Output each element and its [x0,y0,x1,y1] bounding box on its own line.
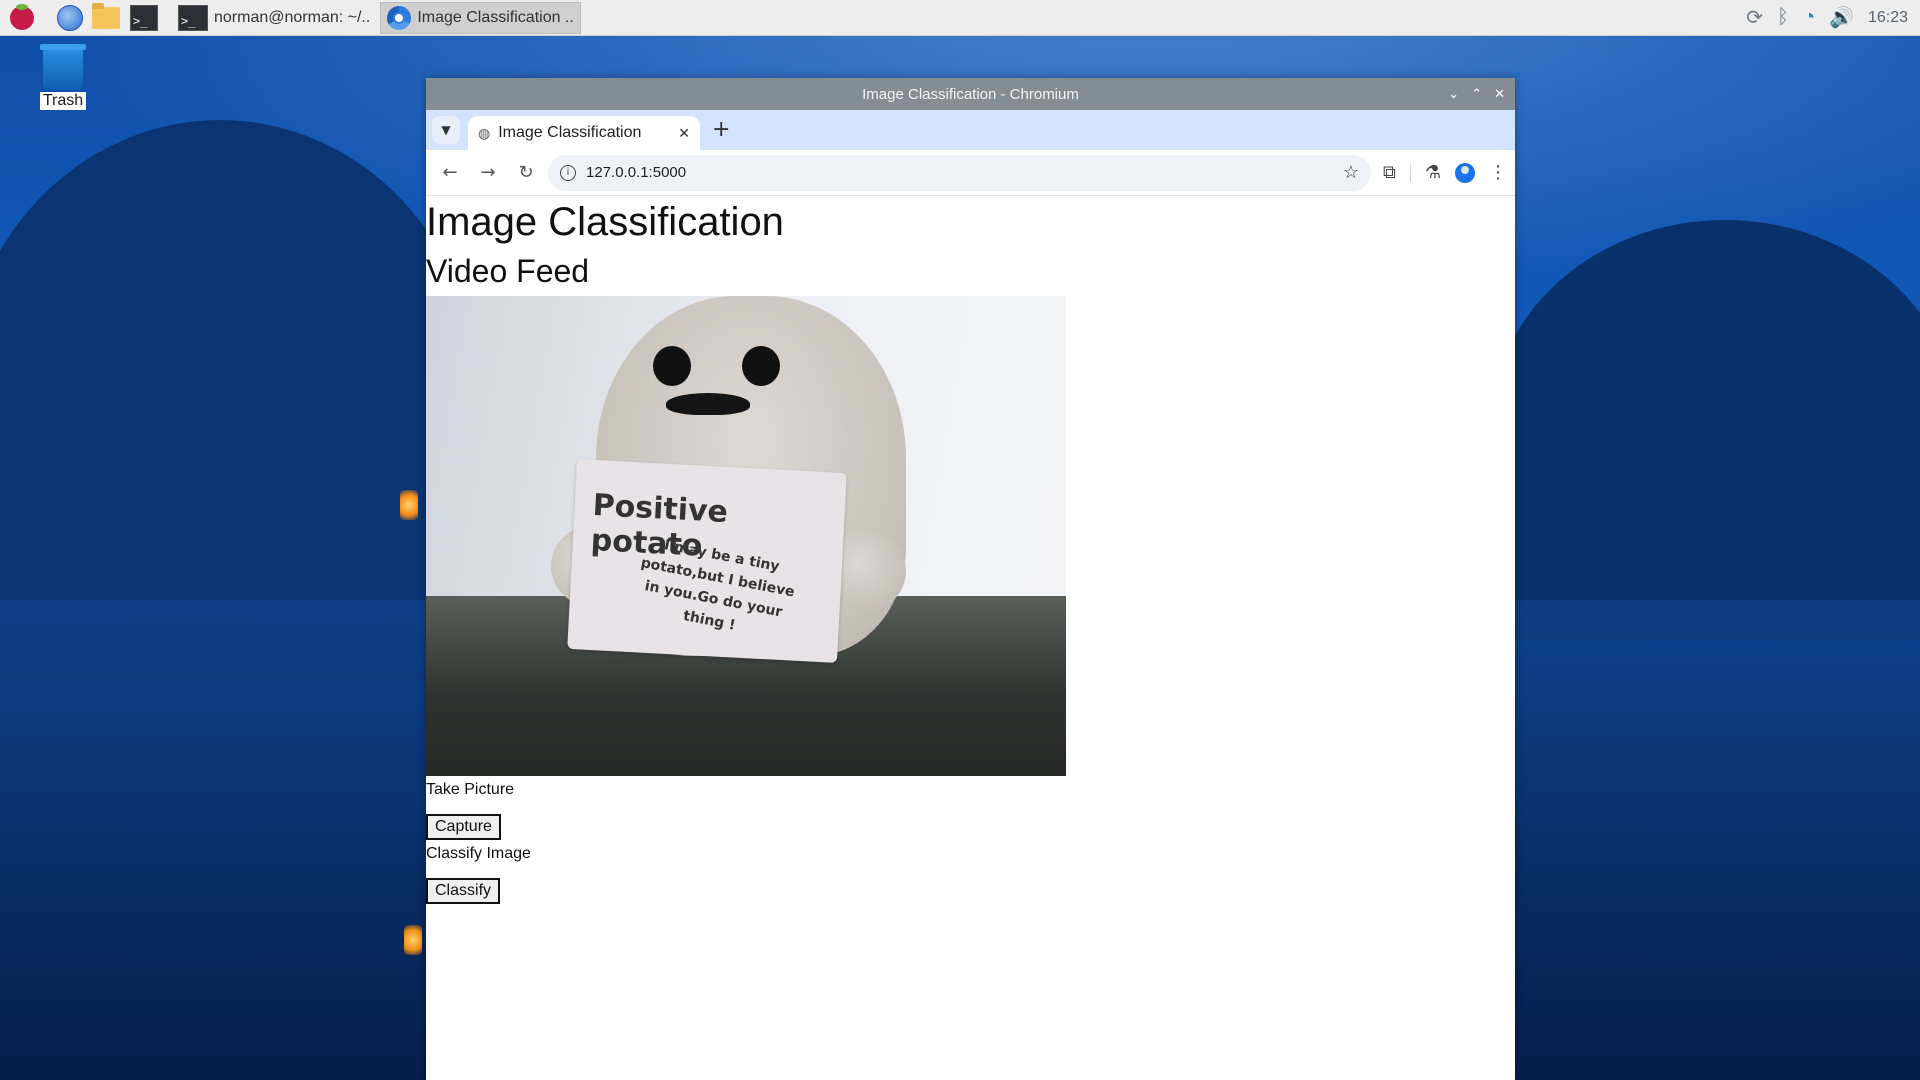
toolbar-actions: ⧉ ⚗ ⋮ [1377,162,1507,183]
capture-button[interactable]: Capture [426,814,501,840]
potato-mustache [666,393,750,415]
globe-icon: ◍ [478,124,491,141]
video-feed: Positive potato I may be a tiny potato,b… [426,296,1066,776]
address-bar[interactable]: i 127.0.0.1:5000 ☆ [548,154,1371,191]
classify-button[interactable]: Classify [426,878,501,904]
page-title: Image Classification [426,200,784,244]
address-text: 127.0.0.1:5000 [586,164,687,181]
chromium-icon [387,5,412,30]
trash-icon [40,44,86,90]
window-controls: ⌄ ⌃ ✕ [1448,78,1505,110]
window-title: Image Classification - Chromium [862,85,1079,103]
raspberry-pi-icon [10,3,34,30]
extensions-icon[interactable]: ⧉ [1383,162,1396,183]
taskbar-task-label: Image Classification .. [417,8,574,26]
system-tray: ⟳ ᛒ ◔ 🔊 16:23 [1746,5,1920,30]
potato-left-eye [653,346,691,386]
close-icon[interactable]: ✕ [1494,86,1505,102]
page-content: Image Classification Video Feed Positive… [426,200,1515,904]
bookmark-star-icon[interactable]: ☆ [1343,162,1359,183]
minimize-icon[interactable]: ⌄ [1448,86,1459,102]
potato-right-eye [742,346,780,386]
reload-icon[interactable]: ↻ [510,157,542,189]
bluetooth-icon[interactable]: ᛒ [1777,6,1789,29]
maximize-icon[interactable]: ⌃ [1471,86,1482,102]
clock[interactable]: 16:23 [1868,9,1908,27]
site-info-icon[interactable]: i [560,164,576,181]
taskbar-task-chromium[interactable]: Image Classification .. [380,1,581,34]
globe-icon [57,4,83,31]
labs-flask-icon[interactable]: ⚗ [1425,162,1441,183]
take-picture-label: Take Picture [426,781,515,798]
lantern-light [400,490,418,520]
back-icon[interactable]: ← [434,157,466,189]
taskbar: >_ >_ norman@norman: ~/.. Image Classifi… [0,0,1920,36]
folder-icon [92,2,120,29]
terminal-icon: >_ [130,4,158,31]
classify-image-label: Classify Image [426,845,531,862]
taskbar-task-terminal[interactable]: >_ norman@norman: ~/.. [172,2,376,34]
window-titlebar[interactable]: Image Classification - Chromium ⌄ ⌃ ✕ [426,78,1515,110]
profile-avatar-icon[interactable] [1455,162,1475,183]
tab-title: Image Classification [498,124,642,141]
forward-icon[interactable]: → [472,157,504,189]
file-manager-launcher[interactable] [92,2,120,32]
tab-image-classification[interactable]: ◍ Image Classification ✕ [468,116,700,150]
updates-icon[interactable]: ⟳ [1746,5,1763,30]
tab-strip: ▼ ◍ Image Classification ✕ + [426,110,1515,150]
taskbar-task-label: norman@norman: ~/.. [214,8,371,26]
wifi-icon[interactable]: ◔ [1803,6,1815,29]
new-tab-button[interactable]: + [712,118,730,142]
video-feed-heading: Video Feed [426,253,590,289]
volume-icon[interactable]: 🔊 [1829,5,1854,30]
raspberry-menu-button[interactable] [8,3,36,32]
browser-window: Image Classification - Chromium ⌄ ⌃ ✕ ▼ … [426,78,1515,1080]
browser-toolbar: ← → ↻ i 127.0.0.1:5000 ☆ ⧉ ⚗ ⋮ [426,150,1515,196]
potato-sign: Positive potato I may be a tiny potato,b… [567,459,847,663]
trash-label: Trash [39,92,87,110]
toolbar-separator [1409,163,1411,182]
close-tab-icon[interactable]: ✕ [678,125,690,142]
terminal-icon: >_ [178,4,208,31]
web-browser-launcher[interactable] [56,4,84,32]
lantern-light-lower [404,925,422,955]
tab-search-button[interactable]: ▼ [432,116,460,144]
terminal-launcher[interactable]: >_ [130,4,158,32]
menu-dots-icon[interactable]: ⋮ [1489,162,1507,183]
chevron-down-icon: ▼ [441,123,451,137]
desktop-trash[interactable]: Trash [38,44,88,110]
